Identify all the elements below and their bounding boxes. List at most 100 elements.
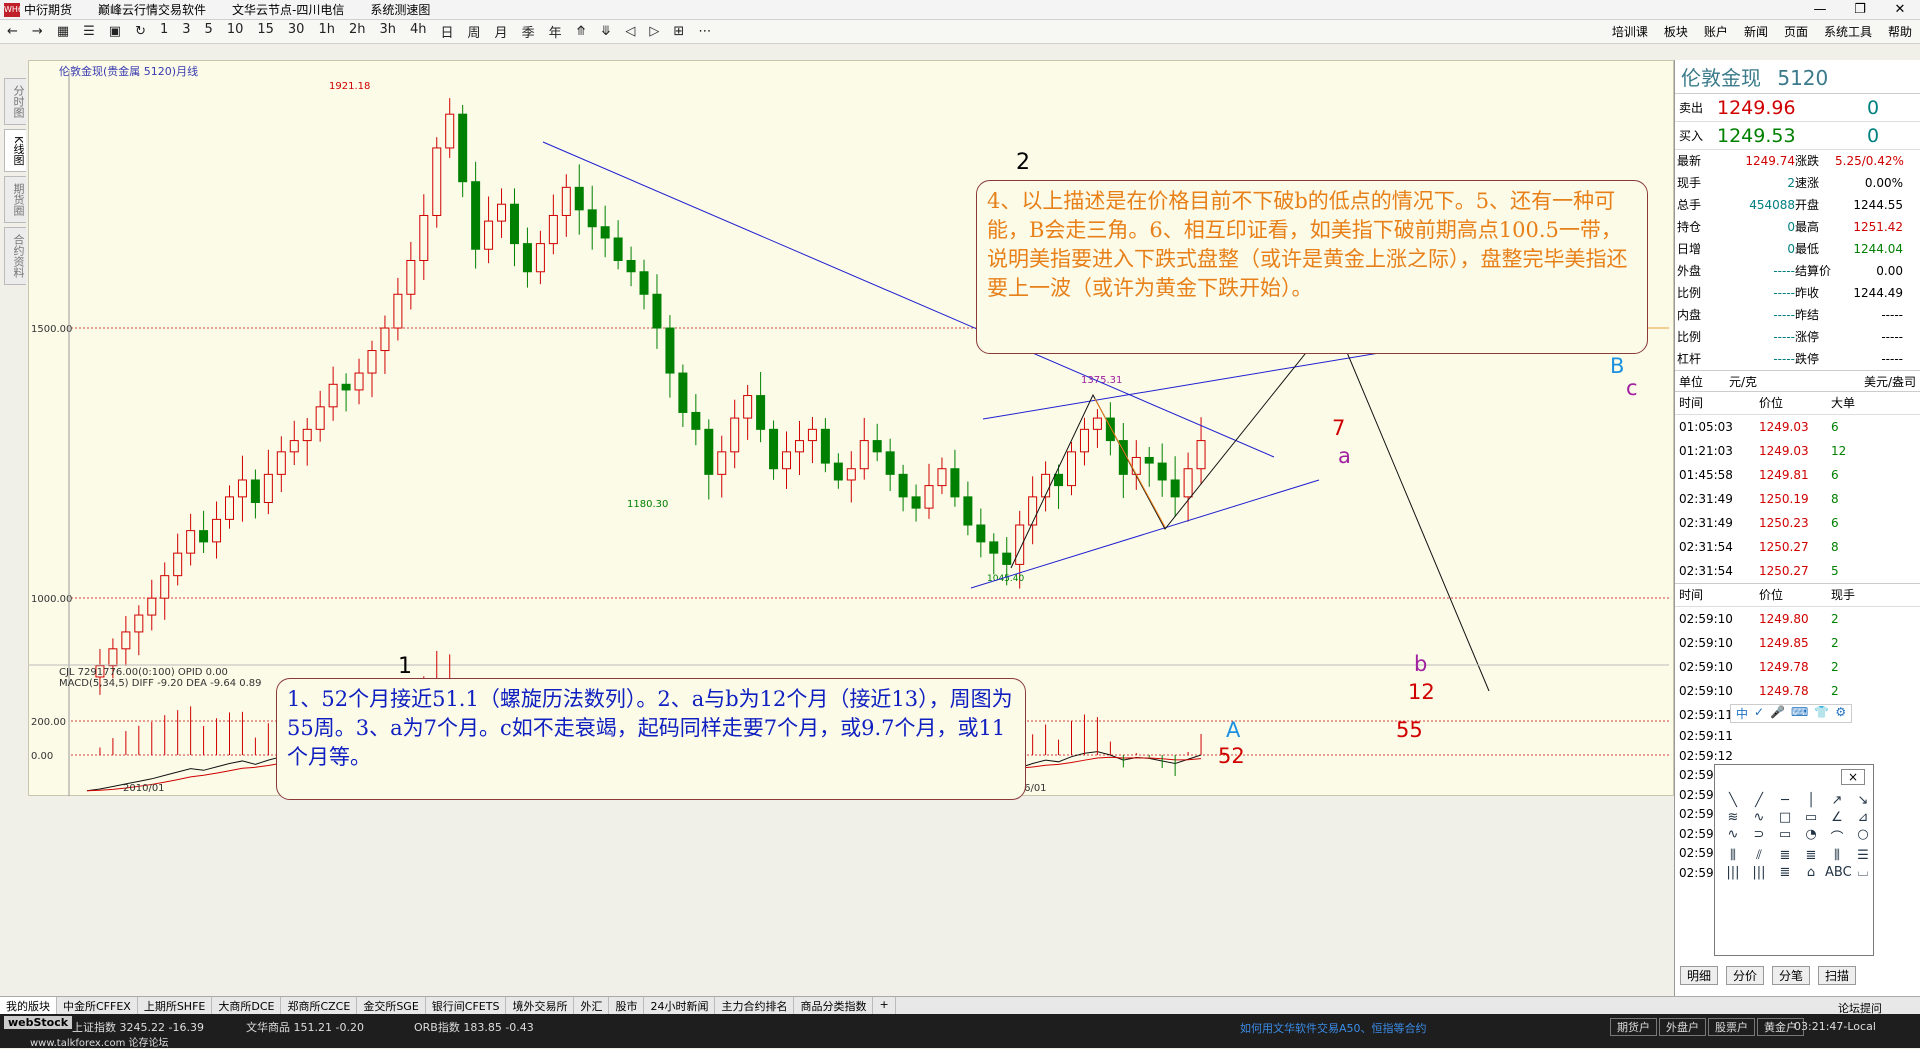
period-button-10[interactable]: 日 <box>434 22 461 41</box>
period-button-7[interactable]: 2h <box>342 22 373 41</box>
period-button-0[interactable]: 1 <box>153 22 175 41</box>
unit-value-usd[interactable]: 美元/盎司 <box>1864 373 1916 390</box>
left-tab-2[interactable]: 期货圈 <box>4 176 26 224</box>
more-icon[interactable]: ⋯ <box>691 24 718 39</box>
buy-row[interactable]: 买入 1249.53 0 <box>1675 122 1920 150</box>
draw-tool-icon[interactable]: ≣ <box>1773 848 1797 863</box>
restore-icon[interactable]: ❐ <box>1840 2 1880 17</box>
period-button-4[interactable]: 15 <box>250 22 281 41</box>
draw-tool-icon[interactable]: ≣ <box>1799 848 1823 863</box>
exchange-tab[interactable]: 外汇 <box>574 997 610 1014</box>
forum-button[interactable]: 论坛提问 <box>1838 1000 1882 1016</box>
unit-value[interactable]: 元/克 <box>1729 373 1809 390</box>
draw-tool-icon[interactable]: ◔ <box>1799 827 1823 846</box>
refresh-icon[interactable]: ↻ <box>128 24 153 39</box>
ime-tool-icon[interactable]: ⌨ <box>1788 705 1811 722</box>
menu-item-6[interactable]: 帮助 <box>1880 23 1920 40</box>
draw-tool-icon[interactable]: ○ <box>1851 827 1875 846</box>
draw-tool-icon[interactable]: ╱ <box>1747 793 1771 808</box>
sell-row[interactable]: 卖出 1249.96 0 <box>1675 94 1920 122</box>
back-icon[interactable]: ← <box>0 24 25 39</box>
menu-item-4[interactable]: 页面 <box>1776 23 1816 40</box>
ime-tool-icon[interactable]: 中 <box>1733 705 1751 722</box>
forward-icon[interactable]: → <box>25 24 50 39</box>
exchange-tab[interactable]: 中金所CFFEX <box>57 997 138 1014</box>
account-button[interactable]: 股票户 <box>1708 1018 1755 1036</box>
period-button-2[interactable]: 5 <box>198 22 220 41</box>
server-node[interactable]: 文华云节点-四川电信 <box>232 1 344 18</box>
help-link[interactable]: 如何用文华软件交易A50、恒指等合约 <box>1240 1020 1427 1036</box>
left-tab-1[interactable]: K线图 <box>4 129 26 173</box>
exchange-tab[interactable]: + <box>873 997 896 1014</box>
period-button-8[interactable]: 3h <box>372 22 403 41</box>
zoom-out-icon[interactable]: ⤋ <box>594 24 619 39</box>
draw-tool-icon[interactable]: ⊃ <box>1747 827 1771 846</box>
draw-tool-icon[interactable]: □ <box>1773 810 1797 825</box>
exchange-tab[interactable]: 股市 <box>609 997 645 1014</box>
draw-tool-icon[interactable]: ||| <box>1747 865 1771 880</box>
layout-icon[interactable]: ⊞ <box>666 24 691 39</box>
draw-tool-icon[interactable]: ▭ <box>1773 827 1797 846</box>
draw-tool-icon[interactable]: │ <box>1799 793 1823 808</box>
left-icon[interactable]: ◁ <box>618 24 642 39</box>
exchange-tab[interactable]: 商品分类指数 <box>794 997 874 1014</box>
draw-tool-icon[interactable]: ⊿ <box>1851 810 1875 825</box>
draw-tool-icon[interactable]: ∿ <box>1747 810 1771 825</box>
right-icon[interactable]: ▷ <box>642 24 666 39</box>
period-button-12[interactable]: 月 <box>488 22 515 41</box>
menu-item-2[interactable]: 账户 <box>1696 23 1736 40</box>
exchange-tab[interactable]: 上期所SHFE <box>138 997 213 1014</box>
exchange-tab[interactable]: 大商所DCE <box>212 997 282 1014</box>
account-button[interactable]: 期货户 <box>1610 1018 1657 1036</box>
ime-tool-icon[interactable]: 🎤 <box>1767 705 1788 722</box>
zoom-in-icon[interactable]: ⤊ <box>569 24 594 39</box>
minimize-icon[interactable]: — <box>1800 2 1840 17</box>
period-button-14[interactable]: 年 <box>542 22 569 41</box>
menu-item-3[interactable]: 新闻 <box>1736 23 1776 40</box>
menu-item-0[interactable]: 培训课 <box>1604 23 1656 40</box>
menu-item-5[interactable]: 系统工具 <box>1816 23 1880 40</box>
exchange-tab[interactable]: 主力合约排名 <box>715 997 795 1014</box>
exchange-tab[interactable]: 24小时新闻 <box>644 997 716 1014</box>
menu-item-1[interactable]: 板块 <box>1656 23 1696 40</box>
period-button-11[interactable]: 周 <box>461 22 488 41</box>
close-icon[interactable]: ✕ <box>1880 2 1920 17</box>
draw-tool-icon[interactable]: ⫼ <box>1721 848 1745 863</box>
sidebar-tab-3[interactable]: 扫描 <box>1818 966 1857 985</box>
draw-tool-icon[interactable]: ▭ <box>1799 810 1823 825</box>
draw-tool-icon[interactable]: ⫽ <box>1747 848 1771 863</box>
speed-test[interactable]: 系统测速图 <box>370 1 430 18</box>
sidebar-tab-2[interactable]: 分笔 <box>1772 966 1811 985</box>
left-tab-3[interactable]: 合约资料 <box>4 227 26 286</box>
exchange-tab[interactable]: 我的版块 <box>0 997 57 1014</box>
ime-tool-icon[interactable]: 👕 <box>1811 705 1832 722</box>
left-tab-0[interactable]: 分时图 <box>4 78 26 125</box>
draw-tool-icon[interactable]: ≣ <box>1773 865 1797 880</box>
draw-tool-icon[interactable]: ─ <box>1773 793 1797 808</box>
draw-tool-icon[interactable]: ∿ <box>1721 827 1745 846</box>
period-button-3[interactable]: 10 <box>220 22 251 41</box>
index-shanghai[interactable]: 上证指数 3245.22 -16.39 <box>72 1019 204 1035</box>
draw-tool-icon[interactable]: ⌂ <box>1799 865 1823 880</box>
draw-tool-icon[interactable]: ABC <box>1825 865 1852 880</box>
ime-tool-icon[interactable]: ✓ <box>1751 705 1767 722</box>
draw-tool-icon[interactable]: ⌒ <box>1825 827 1849 846</box>
index-wenhua[interactable]: 文华商品 151.21 -0.20 <box>246 1019 364 1035</box>
exchange-tab[interactable]: 境外交易所 <box>506 997 575 1014</box>
grid-icon[interactable]: ▦ <box>50 24 76 39</box>
save-icon[interactable]: ▣ <box>102 24 128 39</box>
draw-tool-icon[interactable]: ↗ <box>1825 793 1849 808</box>
ime-tool-icon[interactable]: ⚙ <box>1832 705 1849 722</box>
index-orb[interactable]: ORB指数 183.85 -0.43 <box>414 1019 534 1035</box>
period-button-5[interactable]: 30 <box>281 22 312 41</box>
period-button-6[interactable]: 1h <box>311 22 342 41</box>
sidebar-tab-1[interactable]: 分价 <box>1726 966 1765 985</box>
sidebar-tab-0[interactable]: 明细 <box>1680 966 1719 985</box>
period-button-13[interactable]: 季 <box>515 22 542 41</box>
draw-tool-icon[interactable]: ↘ <box>1851 793 1875 808</box>
close-drawing-panel-button[interactable]: × <box>1840 769 1865 785</box>
draw-tool-icon[interactable]: ∠ <box>1825 810 1849 825</box>
draw-tool-icon[interactable]: ╲ <box>1721 793 1745 808</box>
period-button-1[interactable]: 3 <box>175 22 197 41</box>
draw-tool-icon[interactable]: ⫼ <box>1825 848 1849 863</box>
